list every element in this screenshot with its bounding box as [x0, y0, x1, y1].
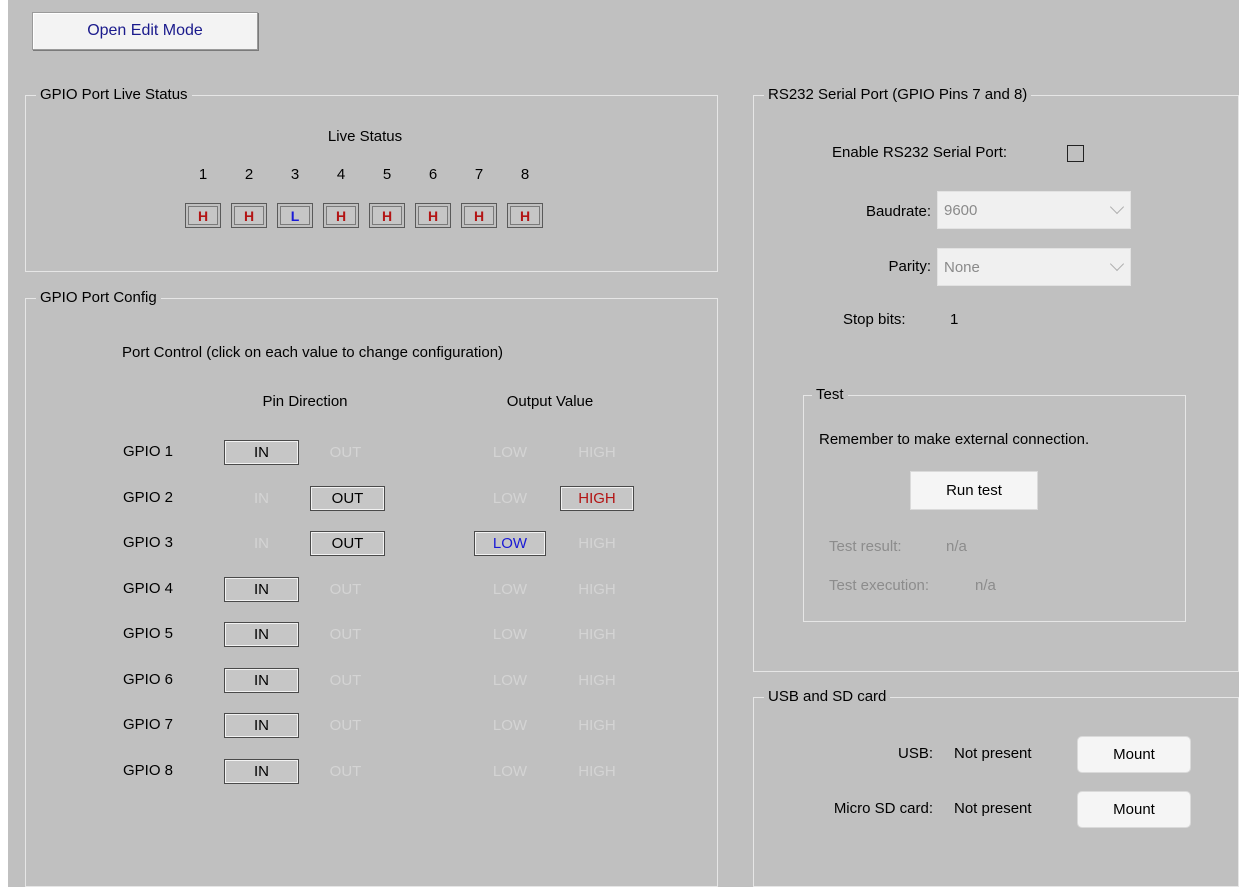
gpio-val-high-option[interactable]: HIGH	[560, 577, 634, 602]
run-test-button[interactable]: Run test	[910, 471, 1038, 510]
serial-port-title: RS232 Serial Port (GPIO Pins 7 and 8)	[764, 86, 1032, 104]
live-pin-status: H	[415, 203, 451, 228]
gpio-dir-in-option[interactable]: IN	[224, 531, 299, 556]
live-pin-number: 6	[428, 166, 438, 183]
enable-serial-checkbox[interactable]	[1067, 145, 1084, 162]
port-control-instruction: Port Control (click on each value to cha…	[122, 344, 504, 361]
usb-mount-button[interactable]: Mount	[1077, 736, 1191, 773]
live-pin-status: H	[323, 203, 359, 228]
gpio-val-high-option[interactable]: HIGH	[560, 713, 634, 738]
live-pin-status: H	[185, 203, 221, 228]
gpio-row-label: GPIO 1	[123, 443, 174, 460]
live-pin-number: 4	[336, 166, 346, 183]
output-value-header: Output Value	[506, 393, 594, 410]
sd-label: Micro SD card:	[833, 800, 933, 817]
baudrate-label: Baudrate:	[865, 203, 931, 220]
test-title: Test	[812, 386, 848, 404]
live-status-heading: Live Status	[327, 128, 403, 145]
gpio-val-high-option[interactable]: HIGH	[560, 531, 634, 556]
usb-status: Not present	[954, 745, 1032, 762]
gpio-dir-in-button[interactable]: IN	[224, 440, 299, 465]
test-execution-value: n/a	[975, 577, 996, 594]
baudrate-value: 9600	[944, 201, 978, 219]
live-pin-status: L	[277, 203, 313, 228]
parity-label: Parity:	[888, 258, 931, 275]
enable-serial-label: Enable RS232 Serial Port:	[832, 144, 1008, 161]
chevron-down-icon	[1109, 199, 1125, 215]
live-pin-number: 1	[198, 166, 208, 183]
gpio-val-low-option[interactable]: LOW	[474, 713, 546, 738]
sd-status: Not present	[954, 800, 1032, 817]
gpio-dir-in-button[interactable]: IN	[224, 622, 299, 647]
live-status-group: GPIO Port Live Status	[25, 86, 718, 272]
test-execution-label: Test execution:	[829, 577, 930, 594]
gpio-val-high-button[interactable]: HIGH	[560, 486, 634, 511]
live-pin-number: 2	[244, 166, 254, 183]
gpio-row-label: GPIO 7	[123, 716, 174, 733]
gpio-dir-out-option[interactable]: OUT	[308, 440, 383, 465]
gpio-val-high-option[interactable]: HIGH	[560, 668, 634, 693]
usb-label: USB:	[897, 745, 933, 762]
gpio-row-label: GPIO 6	[123, 671, 174, 688]
live-status-title: GPIO Port Live Status	[36, 86, 192, 104]
test-result-label: Test result:	[829, 538, 902, 555]
gpio-dir-in-button[interactable]: IN	[224, 668, 299, 693]
gpio-dir-out-option[interactable]: OUT	[308, 622, 383, 647]
parity-value: None	[944, 258, 980, 276]
sd-mount-button[interactable]: Mount	[1077, 791, 1191, 828]
gpio-val-high-option[interactable]: HIGH	[560, 440, 634, 465]
gpio-row-label: GPIO 3	[123, 534, 174, 551]
gpio-dir-out-button[interactable]: OUT	[310, 486, 385, 511]
port-config-title: GPIO Port Config	[36, 289, 161, 307]
gpio-val-high-option[interactable]: HIGH	[560, 759, 634, 784]
gpio-val-low-option[interactable]: LOW	[474, 668, 546, 693]
chevron-down-icon	[1109, 256, 1125, 272]
gpio-row-label: GPIO 2	[123, 489, 174, 506]
gpio-dir-in-button[interactable]: IN	[224, 759, 299, 784]
gpio-row-label: GPIO 5	[123, 625, 174, 642]
gpio-row-label: GPIO 8	[123, 762, 174, 779]
baudrate-select[interactable]: 9600	[937, 191, 1131, 229]
live-pin-status: H	[461, 203, 497, 228]
live-pin-number: 5	[382, 166, 392, 183]
live-pin-status: H	[231, 203, 267, 228]
gpio-val-high-option[interactable]: HIGH	[560, 622, 634, 647]
gpio-dir-out-option[interactable]: OUT	[308, 759, 383, 784]
live-pin-number: 7	[474, 166, 484, 183]
gpio-val-low-option[interactable]: LOW	[474, 486, 546, 511]
stopbits-value: 1	[950, 311, 959, 328]
pin-direction-header: Pin Direction	[262, 393, 348, 410]
gpio-val-low-option[interactable]: LOW	[474, 440, 546, 465]
parity-select[interactable]: None	[937, 248, 1131, 286]
gpio-val-low-option[interactable]: LOW	[474, 622, 546, 647]
gpio-dir-in-button[interactable]: IN	[224, 713, 299, 738]
open-edit-mode-button[interactable]: Open Edit Mode	[32, 12, 258, 50]
gpio-dir-in-option[interactable]: IN	[224, 486, 299, 511]
test-result-value: n/a	[946, 538, 967, 555]
usb-sd-title: USB and SD card	[764, 688, 891, 706]
gpio-dir-out-option[interactable]: OUT	[308, 668, 383, 693]
gpio-val-low-option[interactable]: LOW	[474, 759, 546, 784]
test-note: Remember to make external connection.	[819, 431, 1090, 448]
gpio-row-label: GPIO 4	[123, 580, 174, 597]
stopbits-label: Stop bits:	[843, 311, 906, 328]
live-pin-status: H	[507, 203, 543, 228]
live-pin-number: 8	[520, 166, 530, 183]
gpio-dir-out-option[interactable]: OUT	[308, 713, 383, 738]
gpio-dir-in-button[interactable]: IN	[224, 577, 299, 602]
gpio-val-low-option[interactable]: LOW	[474, 577, 546, 602]
gpio-dir-out-option[interactable]: OUT	[308, 577, 383, 602]
gpio-dir-out-button[interactable]: OUT	[310, 531, 385, 556]
gpio-val-low-button[interactable]: LOW	[474, 531, 546, 556]
live-pin-number: 3	[290, 166, 300, 183]
live-pin-status: H	[369, 203, 405, 228]
